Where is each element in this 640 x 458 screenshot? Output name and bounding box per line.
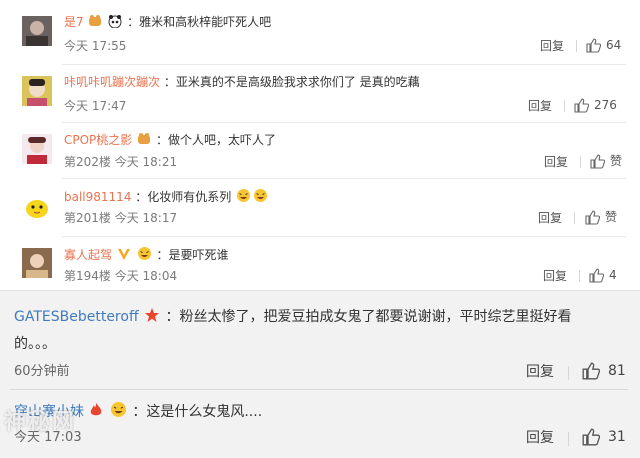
- like-button[interactable]: 81: [582, 362, 626, 380]
- thumbs-up-icon: [574, 97, 590, 113]
- fire-badge-icon: [89, 402, 103, 423]
- thumbs-up-icon: [590, 153, 606, 169]
- like-count: 81: [608, 363, 626, 379]
- divider: [62, 122, 626, 123]
- divider: [574, 212, 575, 224]
- avatar[interactable]: [22, 134, 52, 164]
- thumbs-up-icon: [585, 209, 601, 225]
- username[interactable]: 寡人起驾: [64, 248, 112, 262]
- comment-text: ：粉丝太惨了，把爱豆拍成女鬼了都要说谢谢，平时综艺里挺好看: [165, 309, 572, 325]
- like-count: 276: [594, 98, 617, 112]
- comment-text: ：亚米真的不是高级脸我求求你们了 是真的吃藕: [163, 75, 420, 89]
- divider: [576, 40, 577, 52]
- laughing-emoji-icon: [110, 401, 127, 423]
- comment-text: ：这是什么女鬼风....: [132, 404, 263, 420]
- thumbs-up-icon: [582, 428, 601, 446]
- comment-text-continued: 的。。。: [14, 336, 56, 352]
- reply-button[interactable]: 回复: [526, 363, 554, 381]
- username[interactable]: CPOP桃之影: [64, 133, 132, 147]
- comment-list-secondary: GATESBebetteroff ：粉丝太惨了，把爱豆拍成女鬼了都要说谢谢，平时…: [0, 290, 640, 458]
- laughing-emoji-icon: [253, 188, 268, 207]
- like-count: 64: [606, 38, 622, 52]
- dog-icon: [88, 14, 102, 32]
- comment-text: ：雅米和高秋梓能吓死人吧: [127, 15, 272, 29]
- divider: [564, 100, 565, 112]
- avatar[interactable]: [22, 76, 52, 106]
- comment-text: ：化妆师有仇系列: [135, 190, 232, 204]
- avatar[interactable]: [22, 248, 52, 278]
- comment-time: 今天 17:55: [64, 39, 127, 53]
- reply-button[interactable]: 回复: [526, 429, 554, 447]
- watermark-text: 神秘网: [4, 410, 77, 435]
- like-count: 31: [608, 429, 626, 445]
- thumbs-up-icon: [589, 267, 605, 283]
- avatar[interactable]: [22, 16, 52, 46]
- dog-icon: [137, 132, 151, 150]
- laughing-emoji-icon: [236, 188, 251, 207]
- thumbs-up-icon: [586, 37, 602, 53]
- like-label: 赞: [605, 210, 618, 224]
- divider: [62, 236, 626, 237]
- v-badge-icon: [117, 247, 131, 265]
- comment-floor-time: 第194楼 今天 18:04: [64, 269, 178, 283]
- avatar[interactable]: [22, 192, 52, 222]
- reply-button[interactable]: 回复: [528, 98, 552, 114]
- divider: [568, 366, 569, 380]
- comment-floor-time: 第202楼 今天 18:21: [64, 155, 178, 169]
- like-label: 赞: [610, 154, 623, 168]
- like-button[interactable]: 64: [586, 37, 621, 53]
- divider: [568, 432, 569, 446]
- comment-time: 今天 17:47: [64, 99, 127, 113]
- divider: [62, 64, 626, 65]
- reply-button[interactable]: 回复: [538, 210, 562, 226]
- star-badge-icon: [144, 307, 160, 328]
- comment-floor-time: 第201楼 今天 18:17: [64, 211, 178, 225]
- username[interactable]: 咔叽咔叽蹦次蹦次: [64, 75, 160, 89]
- panda-icon: [108, 14, 122, 32]
- divider: [10, 389, 628, 390]
- divider: [580, 156, 581, 168]
- thumbs-up-icon: [582, 362, 601, 380]
- comment-text: ：做个人吧，太吓人了: [155, 133, 276, 147]
- like-button[interactable]: 31: [582, 428, 626, 446]
- reply-button[interactable]: 回复: [540, 38, 564, 54]
- username[interactable]: 是7: [64, 15, 84, 29]
- username[interactable]: GATESBebetteroff: [14, 309, 139, 325]
- reply-button[interactable]: 回复: [543, 268, 567, 284]
- comment-time: 60分钟前: [14, 364, 70, 379]
- like-button[interactable]: 赞: [590, 153, 622, 169]
- divider: [62, 178, 626, 179]
- comment-list: 是7 ：雅米和高秋梓能吓死人吧 今天 17:55 回复 64 咔叽咔叽蹦次蹦次 …: [0, 0, 640, 290]
- like-button[interactable]: 赞: [585, 209, 617, 225]
- like-button[interactable]: 4: [589, 267, 617, 283]
- like-count: 4: [609, 268, 617, 282]
- username[interactable]: ball981114: [64, 190, 131, 204]
- divider: [579, 270, 580, 282]
- reply-button[interactable]: 回复: [544, 154, 568, 170]
- laughing-emoji-icon: [137, 246, 152, 265]
- comment-text: ：是要吓死谁: [156, 248, 229, 262]
- like-button[interactable]: 276: [574, 97, 617, 113]
